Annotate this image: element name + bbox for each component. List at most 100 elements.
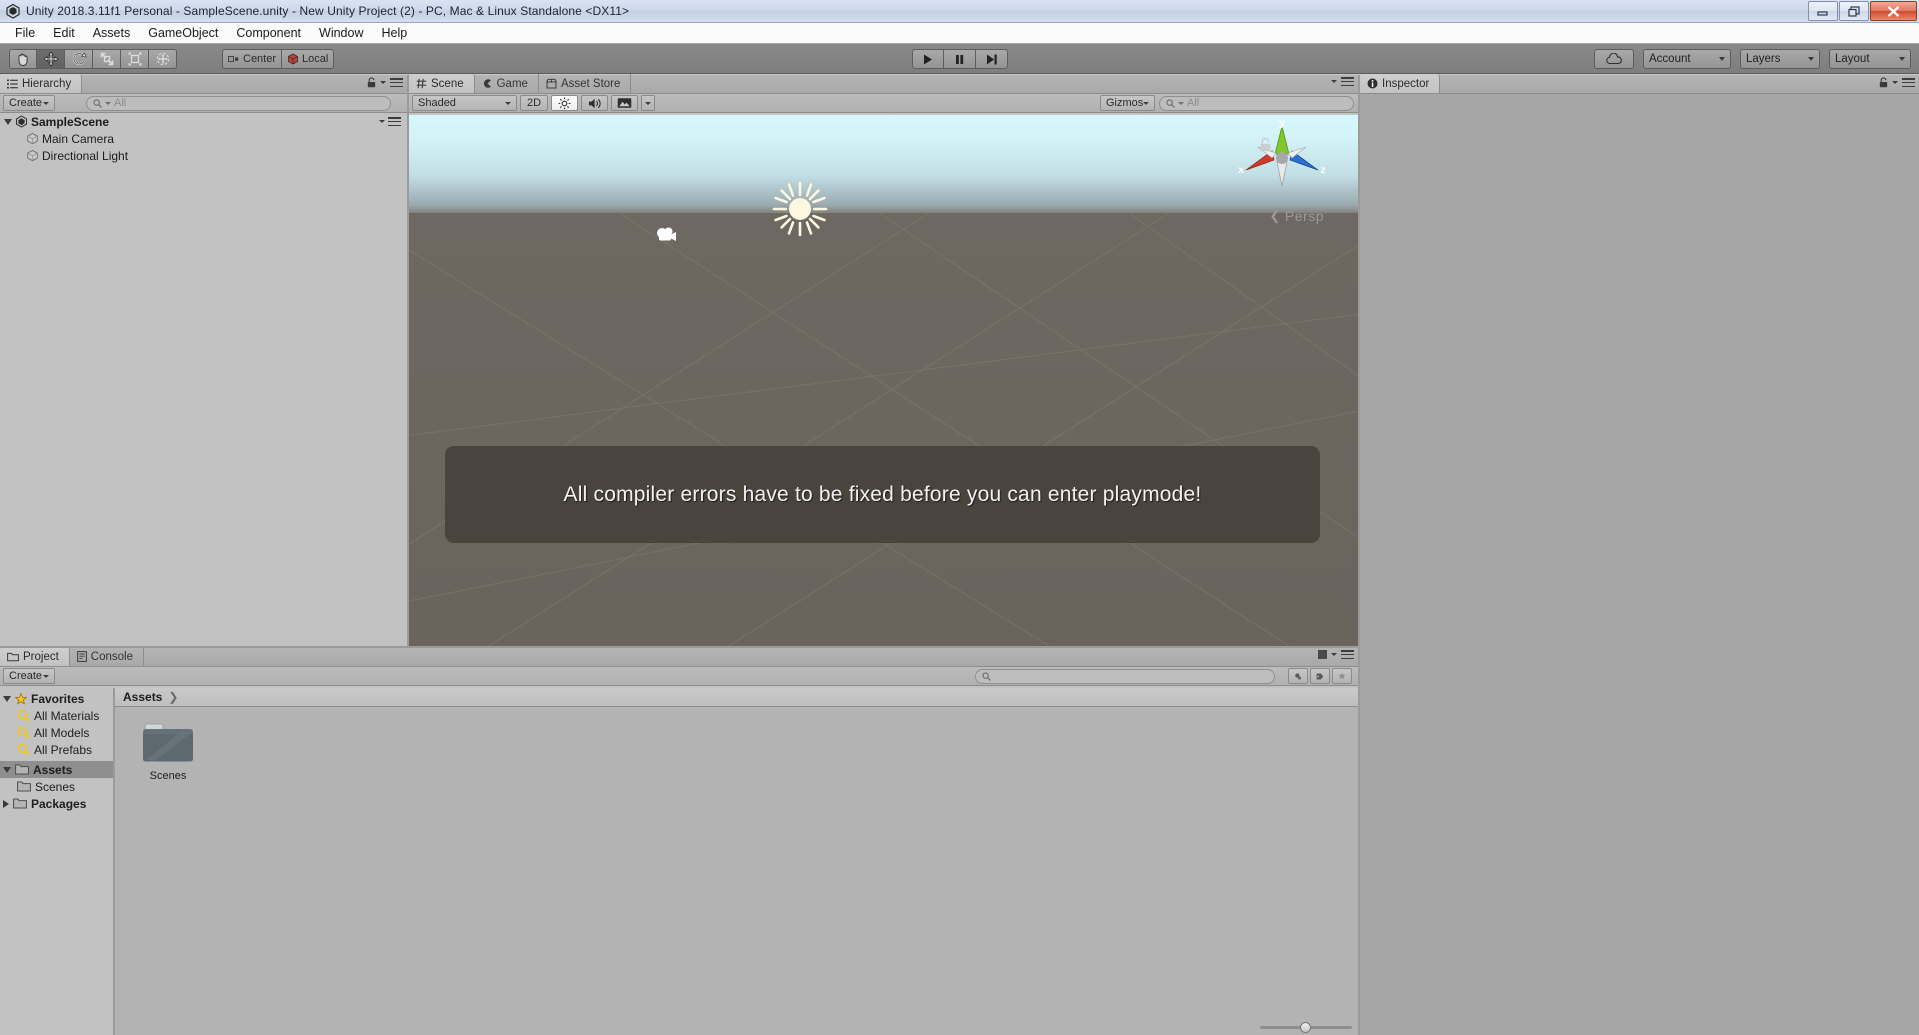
menu-bar: File Edit Assets GameObject Component Wi… — [0, 23, 1919, 44]
pivot-rotation-button[interactable]: Local — [282, 49, 335, 69]
filter-by-type-button[interactable] — [1288, 668, 1308, 684]
collapse-arrow-icon[interactable] — [3, 799, 9, 808]
project-tree-assets[interactable]: Assets — [0, 761, 113, 778]
hierarchy-create-button[interactable]: Create — [3, 95, 55, 111]
horizontal-splitter[interactable] — [0, 646, 1358, 648]
zoom-slider-knob[interactable] — [1300, 1022, 1311, 1033]
scale-tool-button[interactable] — [93, 49, 121, 69]
favorite-star-button[interactable] — [1332, 668, 1352, 684]
layout-dropdown[interactable]: Layout — [1829, 49, 1911, 69]
rotate-tool-button[interactable] — [65, 49, 93, 69]
menu-gameobject[interactable]: GameObject — [139, 24, 227, 42]
inspector-splitter[interactable] — [1358, 75, 1360, 1035]
scene-fx-dropdown[interactable] — [641, 95, 655, 111]
gizmos-dropdown[interactable]: Gizmos — [1100, 95, 1155, 111]
move-tool-button[interactable] — [37, 49, 65, 69]
panel-menu-icon[interactable] — [390, 78, 403, 87]
layers-dropdown[interactable]: Layers — [1740, 49, 1820, 69]
menu-assets[interactable]: Assets — [84, 24, 140, 42]
pause-button[interactable] — [943, 49, 976, 69]
cloud-button[interactable] — [1594, 49, 1634, 69]
pivot-center-icon — [228, 55, 239, 62]
project-tree-favorites[interactable]: Favorites — [0, 690, 113, 707]
toggle-2d-button[interactable]: 2D — [520, 95, 548, 111]
lock-icon[interactable] — [367, 77, 376, 88]
close-button[interactable] — [1870, 1, 1917, 21]
hierarchy-scene-label: SampleScene — [31, 114, 110, 129]
project-tree-all-prefabs[interactable]: All Prefabs — [0, 741, 113, 758]
tab-project[interactable]: Project — [0, 647, 70, 666]
project-create-button[interactable]: Create — [3, 668, 55, 684]
scene-orientation-gizmo[interactable]: y x z — [1232, 120, 1332, 200]
minimize-icon — [1817, 11, 1828, 16]
project-search-input[interactable] — [975, 668, 1275, 684]
hierarchy-item-directional-light[interactable]: Directional Light — [0, 147, 407, 164]
tab-scene[interactable]: Scene — [409, 74, 475, 93]
pause-icon — [955, 54, 963, 64]
account-dropdown[interactable]: Account — [1643, 49, 1731, 69]
scene-fx-toggle[interactable] — [611, 95, 638, 111]
zoom-slider-track[interactable] — [1260, 1022, 1352, 1033]
pivot-mode-button[interactable]: Center — [222, 49, 283, 69]
pivot-rotation-label: Local — [302, 53, 329, 65]
asset-zoom-slider[interactable] — [1260, 1022, 1352, 1033]
directional-light-gizmo-icon[interactable] — [772, 181, 828, 237]
menu-help[interactable]: Help — [372, 24, 416, 42]
panel-menu-icon[interactable] — [1341, 650, 1354, 659]
project-tabrow-controls — [1318, 650, 1354, 659]
hierarchy-scene-row[interactable]: SampleScene — [0, 113, 407, 130]
window-title: Unity 2018.3.11f1 Personal - SampleScene… — [26, 4, 630, 18]
camera-gizmo-icon[interactable] — [654, 225, 680, 245]
expand-arrow-icon[interactable] — [3, 766, 11, 773]
project-maximize-icon[interactable] — [1318, 650, 1327, 659]
hierarchy-scene-splitter[interactable] — [407, 75, 409, 646]
tab-inspector[interactable]: Inspector — [1360, 74, 1441, 93]
unity-scene-icon — [16, 115, 27, 128]
draw-mode-dropdown[interactable]: Shaded — [412, 95, 517, 111]
menu-edit[interactable]: Edit — [44, 24, 84, 42]
rect-tool-button[interactable] — [121, 49, 149, 69]
menu-component[interactable]: Component — [227, 24, 310, 42]
scene-viewport[interactable]: y x z ❮ Persp All compiler errors have t… — [409, 115, 1358, 646]
transform-tool-button[interactable] — [149, 49, 177, 69]
scene-audio-toggle[interactable] — [581, 95, 608, 111]
tab-asset-store[interactable]: Asset Store — [539, 74, 632, 93]
scene-search-input[interactable]: All — [1159, 95, 1354, 111]
hierarchy-item-main-camera[interactable]: Main Camera — [0, 130, 407, 147]
expand-arrow-icon[interactable] — [4, 118, 12, 125]
hand-tool-button[interactable] — [9, 49, 37, 69]
scene-lighting-toggle[interactable] — [551, 95, 578, 111]
scene-context-menu-icon[interactable] — [388, 117, 401, 126]
project-tree-all-models[interactable]: All Models — [0, 724, 113, 741]
tab-game[interactable]: Game — [475, 74, 539, 93]
menu-file[interactable]: File — [6, 24, 44, 42]
project-create-label: Create — [9, 670, 43, 682]
project-tree-all-materials[interactable]: All Materials — [0, 707, 113, 724]
project-tree-label: Assets — [33, 762, 73, 777]
hierarchy-search-input[interactable]: All — [86, 95, 391, 111]
project-tree-scenes[interactable]: Scenes — [0, 778, 113, 795]
project-tree-packages[interactable]: Packages — [0, 795, 113, 812]
gizmo-z-label: z — [1321, 165, 1326, 176]
gizmo-lock-icon[interactable] — [1259, 137, 1272, 153]
panel-menu-icon[interactable] — [1902, 78, 1915, 87]
panel-menu-icon[interactable] — [1341, 77, 1354, 86]
panel-menu-caret-icon — [1331, 653, 1337, 656]
scene-grid-lines — [409, 213, 1358, 646]
step-button[interactable] — [975, 49, 1008, 69]
close-icon — [1887, 5, 1900, 17]
minimize-button[interactable] — [1808, 1, 1838, 21]
filter-by-label-button[interactable] — [1310, 668, 1330, 684]
breadcrumb-assets[interactable]: Assets — [123, 690, 162, 704]
scene-projection-mode[interactable]: ❮ Persp — [1270, 208, 1324, 224]
expand-arrow-icon[interactable] — [3, 695, 11, 702]
lock-icon[interactable] — [1879, 77, 1888, 88]
play-button[interactable] — [911, 49, 944, 69]
gizmo-y-label: y — [1279, 120, 1286, 129]
tab-hierarchy[interactable]: Hierarchy — [0, 74, 83, 93]
asset-item-scenes[interactable]: Scenes — [133, 720, 203, 782]
menu-window[interactable]: Window — [310, 24, 372, 42]
restore-button[interactable] — [1839, 1, 1869, 21]
chevron-down-icon — [43, 101, 49, 105]
tab-console[interactable]: Console — [70, 647, 144, 666]
